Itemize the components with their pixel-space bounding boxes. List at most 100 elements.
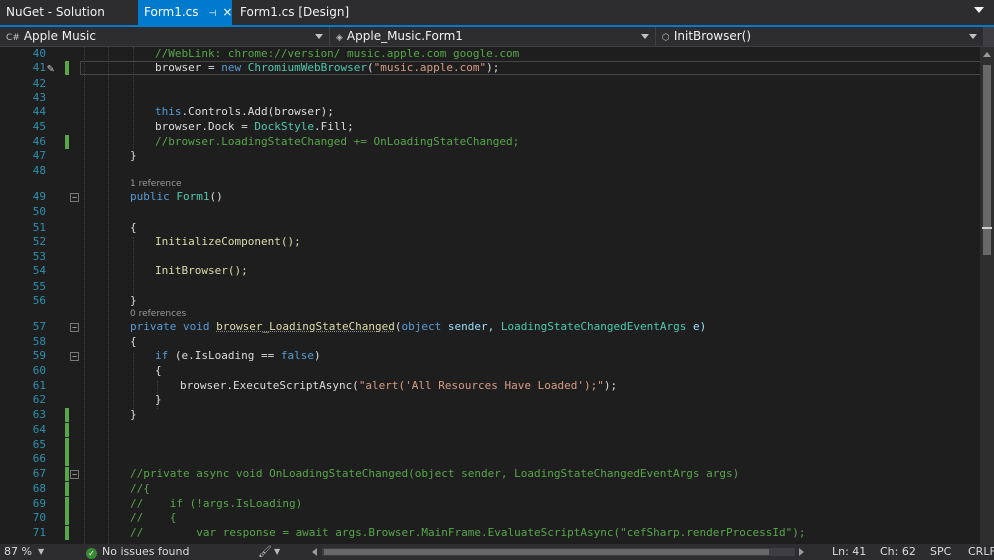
- code-editor[interactable]: 40 //WebLink: chrome://version/ music.ap…: [0, 47, 980, 544]
- code-text: }: [130, 149, 137, 162]
- chevron-down-icon: [641, 34, 649, 39]
- line-number: 54: [32, 264, 46, 277]
- code-text: {: [130, 335, 137, 348]
- quick-actions-icon[interactable]: ✎: [47, 61, 54, 75]
- class-icon: ◈: [336, 33, 343, 43]
- line-number: 51: [32, 221, 46, 234]
- line-number: 44: [32, 105, 46, 118]
- pin-icon[interactable]: ⊣: [209, 9, 217, 19]
- zoom-dropdown-icon[interactable]: ▼: [38, 544, 44, 560]
- code-line: 51 {: [0, 221, 980, 235]
- codelens-line: 1 reference: [0, 178, 980, 190]
- code-text: public Form1(): [130, 190, 223, 203]
- code-line: 63 }: [0, 408, 980, 422]
- line-number: 45: [32, 120, 46, 133]
- code-text: }: [130, 294, 137, 307]
- code-text: InitBrowser();: [155, 264, 248, 277]
- code-line: 44 this.Controls.Add(browser);: [0, 105, 980, 119]
- class-dropdown[interactable]: ◈ Apple_Music.Form1: [330, 27, 656, 46]
- split-editor-button[interactable]: [984, 27, 994, 46]
- code-line-current: 41 ✎ browser = new ChromiumWebBrowser("m…: [0, 61, 980, 75]
- code-line: 48: [0, 164, 980, 178]
- code-line: 59 − if (e.IsLoading == false): [0, 349, 980, 363]
- line-number: 70: [32, 511, 46, 524]
- code-text: // if (!args.IsLoading): [130, 497, 303, 510]
- code-text: {: [155, 364, 162, 377]
- line-indicator[interactable]: Ln: 41: [832, 544, 866, 560]
- line-number: 63: [32, 408, 46, 421]
- close-icon[interactable]: ×: [222, 5, 232, 19]
- tab-form1-cs[interactable]: Form1.cs ⊣ ×: [138, 0, 232, 25]
- project-name: Apple Music: [23, 29, 96, 43]
- code-line: 70 // {: [0, 511, 980, 525]
- line-number: 58: [32, 335, 46, 348]
- code-text: //WebLink: chrome://version/ music.apple…: [155, 47, 520, 60]
- code-line: 40 //WebLink: chrome://version/ music.ap…: [0, 47, 980, 61]
- code-line: 54 InitBrowser();: [0, 264, 980, 278]
- collapse-icon[interactable]: −: [70, 470, 79, 479]
- line-number: 69: [32, 497, 46, 510]
- line-number: 59: [32, 349, 46, 362]
- member-name: InitBrowser(): [673, 29, 752, 43]
- check-circle-icon: ✓: [86, 548, 97, 559]
- chevron-down-icon[interactable]: ▼: [274, 544, 280, 560]
- line-number: 53: [32, 250, 46, 263]
- change-marker: [65, 135, 69, 149]
- code-text: browser = new ChromiumWebBrowser("music.…: [155, 61, 500, 74]
- line-number: 40: [32, 47, 46, 60]
- scroll-up-icon[interactable]: [983, 52, 991, 57]
- tab-list-dropdown-icon[interactable]: [974, 7, 984, 13]
- collapse-icon[interactable]: −: [70, 352, 79, 361]
- collapse-icon[interactable]: −: [70, 193, 79, 202]
- tab-form1-design-label: Form1.cs [Design]: [240, 5, 350, 19]
- issues-indicator[interactable]: ✓ No issues found: [86, 544, 189, 560]
- code-line: 56 }: [0, 294, 980, 308]
- code-text: }: [130, 408, 137, 421]
- code-text: InitializeComponent();: [155, 235, 301, 248]
- line-ending-indicator[interactable]: CRLF: [968, 544, 994, 560]
- code-line: 55: [0, 280, 980, 294]
- tab-form1-cs-label: Form1.cs: [144, 5, 199, 19]
- whitespace-indicator[interactable]: SPC: [930, 544, 951, 560]
- vertical-scrollbar[interactable]: [980, 47, 994, 544]
- codelens-references[interactable]: 0 references: [130, 308, 186, 320]
- change-marker: [65, 526, 69, 540]
- line-number: 64: [32, 423, 46, 436]
- column-indicator[interactable]: Ch: 62: [880, 544, 916, 560]
- line-number: 62: [32, 393, 46, 406]
- change-marker: [65, 61, 69, 75]
- tab-form1-design[interactable]: Form1.cs [Design]: [234, 0, 364, 25]
- line-number: 56: [32, 294, 46, 307]
- scroll-right-icon[interactable]: [799, 548, 804, 556]
- scroll-left-icon[interactable]: [312, 548, 317, 556]
- line-number: 55: [32, 280, 46, 293]
- code-line: 66: [0, 452, 980, 466]
- tab-nuget-solution-label: NuGet - Solution: [6, 5, 105, 19]
- chevron-down-icon: [315, 34, 323, 39]
- class-name: Apple_Music.Form1: [346, 29, 463, 43]
- member-dropdown[interactable]: ⬡ InitBrowser(): [656, 27, 984, 46]
- codelens-references[interactable]: 1 reference: [130, 178, 182, 190]
- code-text: //{: [130, 482, 150, 495]
- code-line: 45 browser.Dock = DockStyle.Fill;: [0, 120, 980, 134]
- line-number: 67: [32, 467, 46, 480]
- line-number: 52: [32, 235, 46, 248]
- issues-label: No issues found: [102, 545, 190, 558]
- code-text: if (e.IsLoading == false): [155, 349, 321, 362]
- change-marker: [65, 511, 69, 525]
- code-line: 53: [0, 250, 980, 264]
- status-bar: 87 % ▼ ✓ No issues found 🖌 ▼ Ln: 41 Ch: 6…: [0, 544, 994, 560]
- code-line: 42: [0, 77, 980, 91]
- horizontal-scrollbar-thumb[interactable]: [324, 549, 769, 555]
- project-dropdown[interactable]: C# Apple Music: [0, 27, 330, 46]
- code-cleanup-icon[interactable]: 🖌: [258, 544, 272, 560]
- horizontal-scrollbar[interactable]: [322, 548, 795, 556]
- change-marker: [65, 408, 69, 422]
- line-number: 60: [32, 364, 46, 377]
- change-marker: [65, 482, 69, 496]
- code-text: }: [155, 393, 162, 406]
- tab-nuget-solution[interactable]: NuGet - Solution: [0, 0, 138, 25]
- zoom-level[interactable]: 87 %: [4, 544, 32, 560]
- line-number: 47: [32, 149, 46, 162]
- collapse-icon[interactable]: −: [70, 323, 79, 332]
